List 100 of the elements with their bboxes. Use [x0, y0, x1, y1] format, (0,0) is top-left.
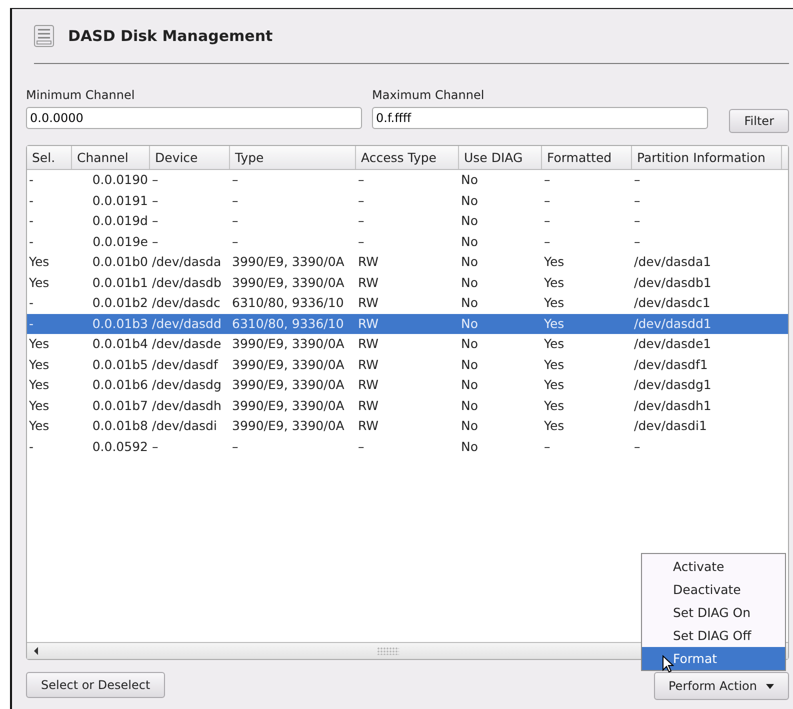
channel-cell: 0.0.01b5	[92, 356, 148, 372]
channel-cell: 0.0.01b8	[92, 418, 148, 433]
formatted-cell: Yes	[544, 418, 564, 433]
access-type-cell: RW	[358, 377, 379, 392]
column-header[interactable]: Channel	[72, 146, 150, 169]
table-row[interactable]: Yes 0.0.01b4 /dev/dasde 3990/E9, 3390/0A RW No Yes /dev/dasde1	[27, 334, 788, 354]
channel-cell: 0.0.01b7	[92, 398, 148, 412]
sel-cell: -	[29, 295, 34, 310]
menu-item[interactable]: Deactivate	[642, 578, 785, 601]
table-row[interactable]: Yes 0.0.01b1 /dev/dasdb 3990/E9, 3390/0A RW No Yes /dev/dasdb1	[27, 272, 788, 293]
type-cell: 6310/80, 9336/10	[232, 316, 344, 330]
column-header[interactable]: Access Type	[356, 146, 459, 169]
sel-cell: Yes	[29, 254, 50, 269]
sel-cell: -	[29, 213, 34, 228]
device-cell: –	[152, 234, 158, 248]
partition-cell: /dev/dasde1	[634, 336, 712, 351]
table-row[interactable]: - 0.0.019d – – – No – –	[27, 211, 788, 232]
sel-cell: Yes	[29, 356, 50, 372]
sel-cell: Yes	[29, 398, 50, 412]
use-diag-cell: No	[461, 172, 478, 187]
formatted-cell: Yes	[544, 398, 564, 412]
sel-cell: -	[29, 316, 34, 330]
device-cell: –	[152, 213, 158, 228]
formatted-cell: Yes	[544, 274, 564, 290]
partition-cell: –	[634, 234, 640, 248]
table-row[interactable]: Yes 0.0.01b5 /dev/dasdf 3990/E9, 3390/0A RW No Yes /dev/dasdf1	[27, 354, 788, 375]
menu-item[interactable]: Activate	[642, 555, 785, 578]
column-header[interactable]: Partition Information	[632, 146, 782, 169]
table-row[interactable]: - 0.0.0191 – – – No – –	[27, 190, 788, 211]
access-type-cell: RW	[358, 316, 379, 330]
formatted-cell: Yes	[544, 356, 564, 372]
partition-cell: /dev/dasdb1	[634, 274, 712, 290]
formatted-cell: Yes	[544, 336, 564, 351]
partition-cell: /dev/dasdg1	[634, 377, 712, 392]
use-diag-cell: No	[461, 356, 478, 372]
input-field[interactable]: 0.f.ffff	[372, 107, 708, 129]
channel-cell: 0.0.01b4	[92, 336, 148, 351]
table-row[interactable]: - 0.0.0592 – – – No – –	[27, 436, 788, 457]
access-type-cell: –	[358, 172, 364, 187]
formatted-cell: Yes	[544, 295, 564, 310]
use-diag-cell: No	[461, 192, 478, 208]
partition-cell: –	[634, 438, 640, 454]
use-diag-cell: No	[461, 274, 478, 290]
channel-cell: 0.0.01b3	[92, 316, 148, 330]
device-cell: /dev/dasdc	[152, 295, 220, 310]
use-diag-cell: No	[461, 336, 478, 351]
column-header[interactable]: Sel.	[27, 146, 72, 169]
column-header[interactable]: Type	[230, 146, 356, 169]
partition-cell: /dev/dasdi1	[634, 418, 707, 433]
formatted-cell: –	[544, 172, 550, 187]
channel-cell: 0.0.019e	[92, 234, 148, 248]
menu-item[interactable]: Set DIAG On	[642, 601, 785, 624]
type-cell: 3990/E9, 3390/0A	[232, 254, 344, 269]
select-deselect-button[interactable]: Select or Deselect	[26, 672, 166, 698]
table-row[interactable]: Yes 0.0.01b8 /dev/dasdi 3990/E9, 3390/0A RW No Yes /dev/dasdi1	[27, 416, 788, 436]
sel-cell: Yes	[29, 418, 50, 433]
document-icon	[34, 25, 54, 47]
device-cell: /dev/dasdi	[152, 418, 217, 433]
sel-cell: -	[29, 192, 34, 208]
menu-item[interactable]: Set DIAG Off	[642, 624, 785, 647]
sel-cell: Yes	[29, 274, 50, 290]
access-type-cell: RW	[358, 418, 379, 433]
type-cell: 3990/E9, 3390/0A	[232, 356, 344, 372]
table-row[interactable]: - 0.0.01b2 /dev/dasdc 6310/80, 9336/10 RW No Yes /dev/dasdc1	[27, 293, 788, 314]
type-cell: –	[232, 234, 238, 248]
access-type-cell: –	[358, 192, 364, 208]
column-header[interactable]: Use DIAG	[459, 146, 542, 169]
column-header[interactable]: Formatted	[542, 146, 632, 169]
type-cell: –	[232, 438, 238, 454]
channel-cell: 0.0.01b1	[92, 274, 148, 290]
input-field[interactable]: 0.0.0000	[26, 107, 362, 129]
table-row[interactable]: Yes 0.0.01b0 /dev/dasda 3990/E9, 3390/0A RW No Yes /dev/dasda1	[27, 252, 788, 272]
access-type-cell: RW	[358, 295, 379, 310]
formatted-cell: Yes	[544, 316, 564, 330]
use-diag-cell: No	[461, 438, 478, 454]
column-header[interactable]: Device	[150, 146, 230, 169]
type-cell: 3990/E9, 3390/0A	[232, 336, 344, 351]
perform-action-button[interactable]: Perform Action	[654, 672, 789, 700]
device-cell: /dev/dasdf	[152, 356, 218, 372]
table-row[interactable]: - 0.0.019e – – – No – –	[27, 232, 788, 252]
access-type-cell: RW	[358, 398, 379, 412]
channel-cell: 0.0.01b0	[92, 254, 148, 269]
device-cell: /dev/dasdh	[152, 398, 222, 412]
left-arrow-icon[interactable]	[32, 646, 40, 656]
table-row[interactable]: Yes 0.0.01b7 /dev/dasdh 3990/E9, 3390/0A RW No Yes /dev/dasdh1	[27, 396, 788, 416]
table-row[interactable]: - 0.0.0190 – – – No – –	[27, 170, 788, 190]
formatted-cell: –	[544, 234, 550, 248]
device-cell: /dev/dasde	[152, 336, 222, 351]
table-row[interactable]: Yes 0.0.01b6 /dev/dasdg 3990/E9, 3390/0A RW No Yes /dev/dasdg1	[27, 375, 788, 396]
formatted-cell: –	[544, 213, 550, 228]
type-cell: 3990/E9, 3390/0A	[232, 377, 344, 392]
device-cell: /dev/dasdd	[152, 316, 222, 330]
channel-cell: 0.0.01b2	[92, 295, 148, 310]
filter-button[interactable]: Filter	[729, 109, 789, 133]
menu-item[interactable]: Format	[642, 647, 785, 670]
table-row[interactable]: - 0.0.01b3 /dev/dasdd 6310/80, 9336/10 RW No Yes /dev/dasdd1	[27, 314, 788, 334]
use-diag-cell: No	[461, 418, 478, 433]
formatted-cell: Yes	[544, 254, 564, 269]
use-diag-cell: No	[461, 377, 478, 392]
sel-cell: -	[29, 234, 34, 248]
